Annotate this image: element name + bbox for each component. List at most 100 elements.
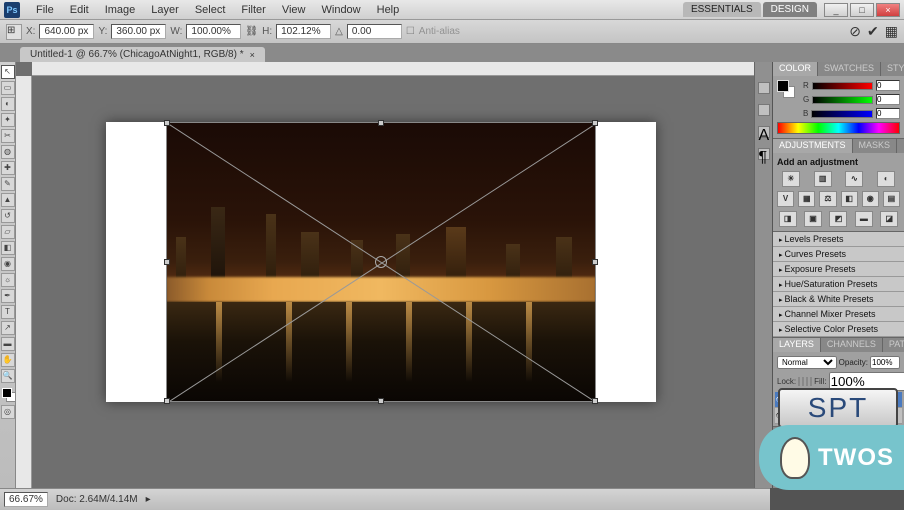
- brightness-icon[interactable]: ☀: [782, 171, 800, 187]
- gradient-tool[interactable]: ◧: [1, 241, 15, 255]
- close-document-icon[interactable]: ×: [250, 50, 255, 60]
- blue-value[interactable]: [876, 108, 900, 119]
- tab-styles[interactable]: STYLES: [881, 62, 904, 76]
- document-tab[interactable]: Untitled-1 @ 66.7% (ChicagoAtNight1, RGB…: [20, 47, 265, 62]
- red-slider[interactable]: [812, 82, 873, 90]
- menu-edit[interactable]: Edit: [62, 4, 97, 16]
- path-tool[interactable]: ↗: [1, 321, 15, 335]
- window-minimize[interactable]: _: [824, 3, 848, 17]
- lock-transparent-icon[interactable]: [798, 377, 800, 386]
- eyedropper-tool[interactable]: ◍: [1, 145, 15, 159]
- heal-tool[interactable]: ✚: [1, 161, 15, 175]
- blend-mode-select[interactable]: Normal: [777, 356, 837, 369]
- blue-slider[interactable]: [811, 110, 873, 118]
- preset-channelmixer[interactable]: Channel Mixer Presets: [773, 307, 904, 322]
- lock-all-icon[interactable]: [810, 377, 812, 386]
- preset-levels[interactable]: Levels Presets: [773, 232, 904, 247]
- colorbalance-icon[interactable]: ⚖: [819, 191, 836, 207]
- exposure-icon[interactable]: ◐: [877, 171, 895, 187]
- bw-icon[interactable]: ◧: [841, 191, 858, 207]
- dodge-tool[interactable]: ☼: [1, 273, 15, 287]
- quickmask-toggle[interactable]: ◎: [1, 405, 15, 419]
- wand-tool[interactable]: ✦: [1, 113, 15, 127]
- opacity-input[interactable]: [870, 356, 900, 369]
- photofilter-icon[interactable]: ◉: [862, 191, 879, 207]
- hand-tool[interactable]: ✋: [1, 353, 15, 367]
- tab-paths[interactable]: PATHS: [883, 338, 904, 352]
- canvas-area[interactable]: [16, 62, 754, 488]
- stamp-tool[interactable]: ▲: [1, 193, 15, 207]
- pen-tool[interactable]: ✒: [1, 289, 15, 303]
- menu-view[interactable]: View: [274, 4, 314, 16]
- tab-layers[interactable]: LAYERS: [773, 338, 821, 352]
- zoom-tool[interactable]: 🔍: [1, 369, 15, 383]
- green-value[interactable]: [876, 94, 900, 105]
- cancel-transform-icon[interactable]: ⊘: [849, 23, 861, 40]
- channelmixer-icon[interactable]: ▤: [883, 191, 900, 207]
- lock-pixels-icon[interactable]: [802, 377, 804, 386]
- red-value[interactable]: [876, 80, 900, 91]
- preset-selectivecolor[interactable]: Selective Color Presets: [773, 322, 904, 337]
- y-input[interactable]: 360.00 px: [111, 24, 166, 39]
- window-close[interactable]: ×: [876, 3, 900, 17]
- menu-image[interactable]: Image: [97, 4, 144, 16]
- selectivecolor-icon[interactable]: ◪: [880, 211, 898, 227]
- levels-icon[interactable]: ▥: [814, 171, 832, 187]
- x-input[interactable]: 640.00 px: [39, 24, 94, 39]
- hue-icon[interactable]: ▦: [798, 191, 815, 207]
- antialias-checkbox[interactable]: ☐: [406, 26, 415, 37]
- w-input[interactable]: 100.00%: [186, 24, 241, 39]
- menu-layer[interactable]: Layer: [143, 4, 187, 16]
- history-panel-icon[interactable]: [758, 82, 770, 94]
- lasso-tool[interactable]: ◐: [1, 97, 15, 111]
- blur-tool[interactable]: ◉: [1, 257, 15, 271]
- green-slider[interactable]: [812, 96, 873, 104]
- window-restore[interactable]: □: [850, 3, 874, 17]
- posterize-icon[interactable]: ▣: [804, 211, 822, 227]
- brush-tool[interactable]: ✎: [1, 177, 15, 191]
- curves-icon[interactable]: ∿: [845, 171, 863, 187]
- workspace-design[interactable]: DESIGN: [763, 2, 817, 17]
- color-swatch[interactable]: [2, 388, 14, 400]
- color-spectrum[interactable]: [777, 122, 900, 134]
- menu-file[interactable]: File: [28, 4, 62, 16]
- link-icon[interactable]: ⛓: [245, 26, 258, 37]
- character-panel-icon[interactable]: A: [758, 126, 770, 138]
- document-canvas[interactable]: [106, 122, 656, 402]
- foreground-background-swatch[interactable]: [777, 80, 795, 98]
- tab-adjustments[interactable]: ADJUSTMENTS: [773, 139, 853, 153]
- warp-mode-icon[interactable]: ▦: [885, 23, 898, 40]
- status-chevron-icon[interactable]: ▸: [146, 494, 151, 505]
- eraser-tool[interactable]: ▱: [1, 225, 15, 239]
- menu-select[interactable]: Select: [187, 4, 234, 16]
- tab-color[interactable]: COLOR: [773, 62, 818, 76]
- menu-help[interactable]: Help: [369, 4, 408, 16]
- shape-tool[interactable]: ▬: [1, 337, 15, 351]
- crop-tool[interactable]: ✂: [1, 129, 15, 143]
- preset-huesat[interactable]: Hue/Saturation Presets: [773, 277, 904, 292]
- history-brush-tool[interactable]: ↺: [1, 209, 15, 223]
- preset-exposure[interactable]: Exposure Presets: [773, 262, 904, 277]
- lock-position-icon[interactable]: [806, 377, 808, 386]
- menu-filter[interactable]: Filter: [233, 4, 273, 16]
- workspace-essentials[interactable]: ESSENTIALS: [683, 2, 761, 17]
- h-input[interactable]: 102.12%: [276, 24, 331, 39]
- transform-origin-icon[interactable]: ⊞: [6, 24, 22, 40]
- vibrance-icon[interactable]: V: [777, 191, 794, 207]
- preset-bw[interactable]: Black & White Presets: [773, 292, 904, 307]
- gradientmap-icon[interactable]: ▬: [855, 211, 873, 227]
- tab-channels[interactable]: CHANNELS: [821, 338, 883, 352]
- preset-curves[interactable]: Curves Presets: [773, 247, 904, 262]
- threshold-icon[interactable]: ◩: [829, 211, 847, 227]
- invert-icon[interactable]: ◨: [779, 211, 797, 227]
- move-tool[interactable]: ↖: [1, 65, 15, 79]
- commit-transform-icon[interactable]: ✔: [867, 23, 879, 40]
- zoom-value[interactable]: 66.67%: [4, 492, 48, 507]
- marquee-tool[interactable]: ▭: [1, 81, 15, 95]
- tab-swatches[interactable]: SWATCHES: [818, 62, 881, 76]
- angle-input[interactable]: 0.00: [347, 24, 402, 39]
- type-tool[interactable]: T: [1, 305, 15, 319]
- actions-panel-icon[interactable]: [758, 104, 770, 116]
- paragraph-panel-icon[interactable]: ¶: [758, 148, 770, 160]
- tab-masks[interactable]: MASKS: [853, 139, 898, 153]
